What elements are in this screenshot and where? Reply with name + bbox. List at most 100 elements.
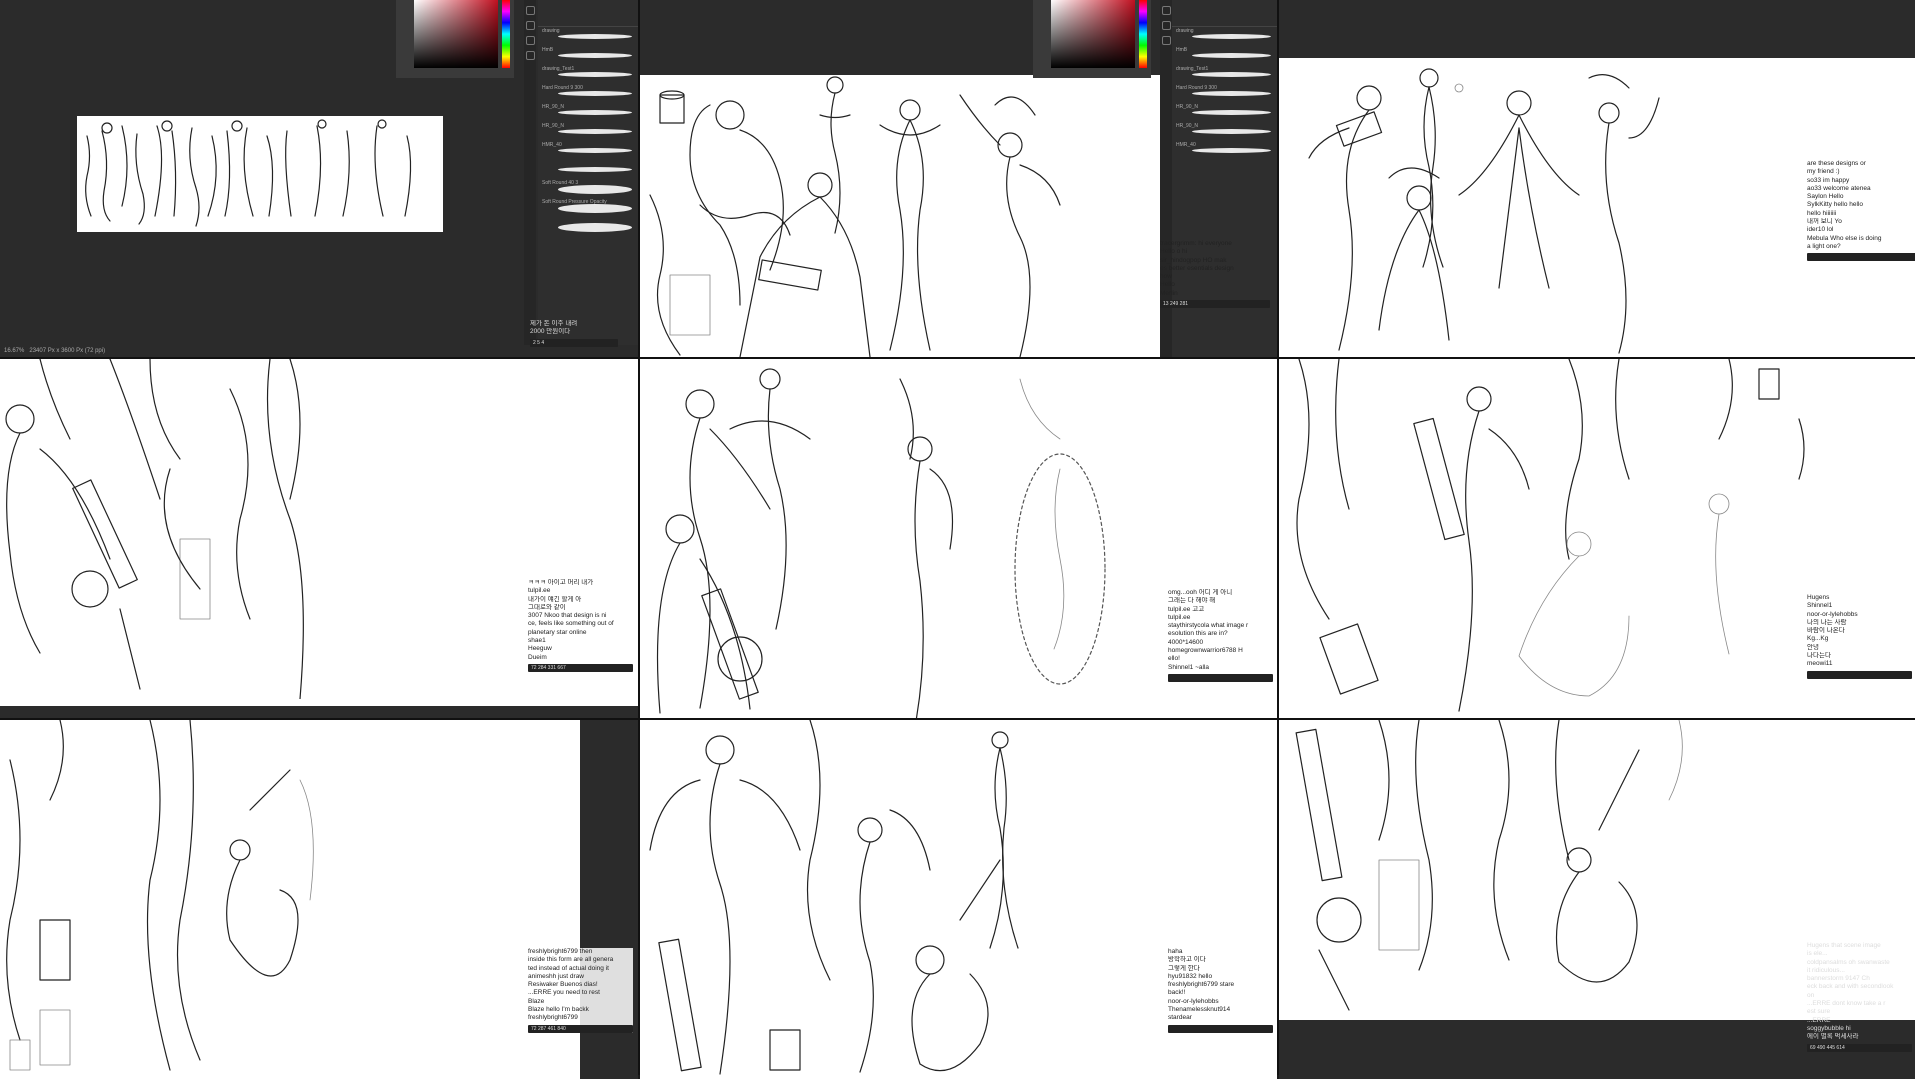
brush-item[interactable]: drawing — [538, 27, 638, 46]
chat-message: Hugens that scene image — [1807, 942, 1881, 949]
brush-stroke-preview — [558, 110, 632, 115]
chat-message: so33 im happy — [1807, 176, 1850, 184]
brush-item[interactable] — [538, 217, 638, 236]
brush-name: drawing — [542, 28, 560, 34]
chat-message: Saylon Hello — [1807, 193, 1844, 201]
tool-icon[interactable] — [525, 21, 535, 30]
sketch-thumbnail-icon — [85, 119, 412, 227]
hue-slider[interactable] — [502, 0, 510, 68]
brush-stroke-preview — [558, 167, 632, 172]
chat-message: SylkKitty hello hello — [1807, 201, 1863, 209]
brush-item[interactable]: HR_90_N — [1172, 103, 1277, 122]
chat-message: 2000 만원이다 — [530, 328, 571, 336]
chat-message: hello hiiiiiii — [1807, 209, 1837, 217]
tool-icon[interactable] — [525, 36, 535, 45]
drawing-canvas[interactable] — [0, 720, 580, 1079]
brush-item[interactable]: HR_90_N — [1172, 122, 1277, 141]
tool-icon[interactable] — [525, 51, 535, 60]
brush-name: HmB — [542, 47, 554, 53]
bottom-bar — [0, 706, 638, 718]
brush-stroke-preview — [558, 53, 632, 58]
chat-overlay: Hugens that scene image is ele... coldpa… — [1807, 942, 1912, 1052]
chat-message: 그렇게 한다 — [1168, 964, 1200, 972]
brush-stroke-preview — [1192, 148, 1271, 153]
brush-item[interactable]: HMR_40 — [1172, 141, 1277, 160]
chat-message: Shinnel1 ~alla — [1168, 663, 1210, 671]
brush-name: drawing_Test1 — [542, 66, 575, 72]
chat-message: planetary star online — [528, 628, 587, 636]
brush-stroke-preview — [558, 91, 632, 96]
drawing-canvas[interactable] — [640, 75, 1183, 357]
chat-message: ello! — [1168, 655, 1180, 663]
hue-slider[interactable] — [1139, 0, 1147, 68]
tool-icon[interactable] — [1161, 36, 1171, 45]
tool-icon[interactable] — [525, 6, 535, 15]
brush-panel-header[interactable] — [538, 0, 638, 27]
chat-stats-bar — [1807, 253, 1915, 262]
brush-item[interactable]: HmB — [1172, 46, 1277, 65]
brush-name: HMR_40 — [1176, 142, 1196, 148]
chat-message: omg...ooh 어디 게 아니 — [1168, 589, 1233, 596]
chat-message: 내가이 얘긴 할게 아 — [528, 595, 582, 603]
chat-overlay: ㅋㅋㅋ 아이고 머리 내가 tulpil.ee 내가이 얘긴 할게 아 그대로와… — [528, 579, 633, 672]
brush-item[interactable]: drawing — [1172, 27, 1277, 46]
brush-name: HR_90_N — [1176, 104, 1198, 110]
chat-message: back!! — [1168, 989, 1186, 997]
frame-7: freshlybright6799 then inside this form … — [0, 720, 638, 1079]
chat-message: 에이 별록 먹세사라 — [1807, 1033, 1859, 1041]
chat-message: staythirstycola what image r — [1168, 622, 1249, 630]
brush-item[interactable]: Hard Round 9 300 — [538, 84, 638, 103]
brush-stroke-preview — [558, 34, 632, 39]
brush-item[interactable]: Soft Round 40 3 — [538, 179, 638, 198]
color-picker[interactable] — [1033, 0, 1151, 78]
brush-panel-header[interactable] — [1172, 0, 1277, 27]
tool-icon[interactable] — [1161, 6, 1171, 15]
saturation-value-field[interactable] — [414, 0, 498, 68]
chat-message: ...ERRE — [1807, 1016, 1831, 1024]
chat-message: Thenamelessknut914 — [1168, 1006, 1231, 1014]
chat-message: 안녕 — [1807, 643, 1819, 651]
chat-message: hyu91832 hello — [1168, 972, 1213, 980]
brush-item[interactable]: HMR_40 — [538, 141, 638, 160]
chat-message: 바람이 나온다 — [1807, 627, 1845, 635]
chat-message: soggybubble hi — [1807, 1024, 1851, 1032]
chat-message: how — [1160, 273, 1172, 281]
brush-item[interactable]: Hard Round 9 300 — [1172, 84, 1277, 103]
brush-item[interactable]: HmB — [538, 46, 638, 65]
saturation-value-field[interactable] — [1051, 0, 1135, 68]
chat-message: ce, feels like something out of — [528, 620, 614, 628]
frame-6: Hugens Shinnel1 noor-or-lylehobbs 나의 나는 … — [1279, 359, 1915, 718]
chat-message: Shinnel1 — [1807, 602, 1833, 610]
zoom-level[interactable]: 16.67% — [4, 348, 24, 354]
frame-4: ㅋㅋㅋ 아이고 머리 내가 tulpil.ee 내가이 얘긴 할게 아 그대로와… — [0, 359, 638, 718]
color-picker[interactable] — [396, 0, 514, 78]
brush-stroke-preview — [1192, 72, 1271, 77]
brush-name: drawing_Test1 — [1176, 66, 1209, 72]
chat-message: animeshh just draw — [528, 972, 584, 980]
chat-overlay: are these designs or my friend :) so33 i… — [1807, 160, 1915, 262]
tool-icon[interactable] — [1161, 21, 1171, 30]
brush-item[interactable]: HR_90_N — [538, 103, 638, 122]
brush-stroke-preview — [558, 204, 632, 213]
brush-item[interactable] — [538, 160, 638, 179]
chat-message: freshlybright6799 then — [528, 948, 593, 955]
frame-9: Hugens that scene image is ele... coldpa… — [1279, 720, 1915, 1079]
chat-message: on — [1807, 991, 1815, 999]
brush-item[interactable]: drawing_Test1 — [1172, 65, 1277, 84]
chat-message: Blaze hello I'm backk — [528, 1006, 589, 1014]
brush-item[interactable]: drawing_Test1 — [538, 65, 638, 84]
brush-item[interactable]: HR_90_N — [538, 122, 638, 141]
chat-message: homegrownwarrior6788 H — [1168, 647, 1243, 655]
chat-message: 나의 나는 사람 — [1807, 618, 1847, 626]
chat-message: my friend :) — [1807, 168, 1840, 176]
brush-item[interactable]: Soft Round Pressure Opacity — [538, 198, 638, 217]
brush-name: Hard Round 9 300 — [542, 85, 583, 91]
brush-stroke-preview — [558, 148, 632, 153]
brush-stroke-preview — [1192, 91, 1271, 96]
canvas-thumbnail[interactable] — [77, 116, 443, 232]
chat-message: ...ERRE dont know take a r — [1807, 1000, 1886, 1008]
stream-collage: drawing HmB drawing_Test1 Hard Round 9 3… — [0, 0, 1915, 1079]
chat-stats-bar: 13 249 281 — [1160, 300, 1270, 309]
chat-message: sir_hindogpop HO mak — [1160, 256, 1227, 264]
chat-message: 4000*14600 — [1168, 638, 1204, 646]
